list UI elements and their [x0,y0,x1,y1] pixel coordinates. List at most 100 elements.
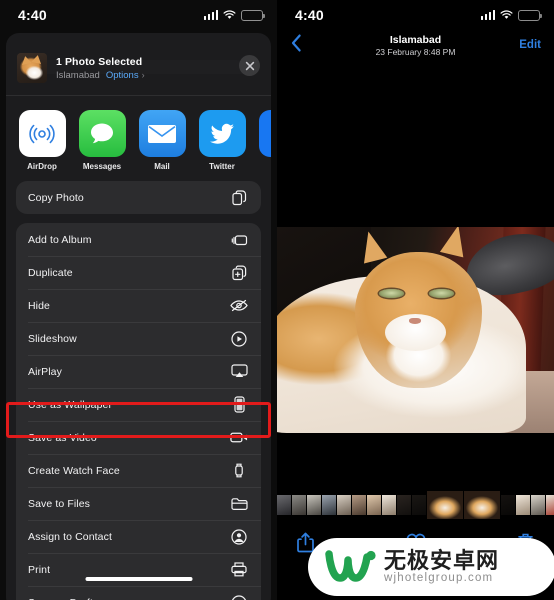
signal-bars-icon [480,10,495,20]
status-icons [203,9,266,21]
share-app-twitter[interactable]: Twitter [198,110,246,171]
photo-filmstrip[interactable] [277,491,554,519]
chevron-right-icon: › [141,70,145,80]
action-row-hide[interactable]: Hide [16,289,261,322]
watermark-text: 无极安卓网 wjhotelgroup.com [384,547,500,585]
share-app-facebook[interactable]: Fa [258,110,271,171]
action-label: Assign to Contact [28,530,112,543]
filmstrip-thumb[interactable] [531,495,545,515]
action-row-copy-photo[interactable]: Copy Photo [16,181,261,214]
share-app-label: AirDrop [27,162,57,171]
action-row-slideshow[interactable]: Slideshow [16,322,261,355]
video-camera-icon [230,429,248,447]
person-circle-icon [230,528,248,546]
action-row-airplay[interactable]: AirPlay [16,355,261,388]
filmstrip-thumb[interactable] [367,495,381,515]
copy-icon [230,189,248,207]
filmstrip-thumb[interactable] [412,495,426,515]
share-icon [297,532,314,553]
action-label: Save as Video [28,431,97,444]
filmstrip-thumb[interactable] [307,495,321,515]
status-icons [480,9,543,21]
action-row-assign-to-contact[interactable]: Assign to Contact [16,520,261,553]
share-subtitle: Islamabad [56,69,100,81]
action-label: Slideshow [28,332,77,345]
action-row-create-watch-face[interactable]: Create Watch Face [16,454,261,487]
watermark-brand: 无极安卓网 [384,547,500,573]
apple-watch-icon [230,462,248,480]
mail-icon [138,110,186,157]
filmstrip-thumb[interactable] [352,495,366,515]
share-app-mail[interactable]: Mail [138,110,186,171]
left-status-bar: 4:40 [0,0,277,30]
cat-photo-thumbnail[interactable] [17,53,47,83]
action-row-save-to-files[interactable]: Save to Files [16,487,261,520]
airplay-icon [230,363,248,381]
nav-title-block: Islamabad 23 February 8:48 PM [376,34,456,57]
filmstrip-thumb[interactable] [501,495,515,515]
action-row-print[interactable]: Print [16,553,261,586]
action-row-use-as-wallpaper[interactable]: Use as Wallpaper [16,388,261,421]
photo-viewer[interactable] [277,60,554,565]
filmstrip-thumb[interactable] [277,495,291,515]
share-app-label: Messages [82,162,122,171]
right-phone-panel: 4:40 Islamabad 23 February 8:48 PM Edit [277,0,554,600]
filmstrip-thumb[interactable] [382,495,396,515]
action-group-copy: Copy Photo [16,181,261,214]
duplicate-icon [230,264,248,282]
facebook-icon [258,110,271,157]
album-icon [230,231,248,249]
folder-icon [230,495,248,513]
action-label: Add to Album [28,233,92,246]
share-app-row[interactable]: AirDrop Messages Mail Twitter [6,96,271,175]
action-label: Create Watch Face [28,464,120,477]
wordpress-icon [230,594,248,600]
page-subtitle: 23 February 8:48 PM [375,46,456,57]
action-label: Hide [28,299,50,312]
site-watermark: 无极安卓网 wjhotelgroup.com [308,538,554,596]
twitter-icon [198,110,246,157]
chevron-left-icon [291,34,302,57]
close-button[interactable] [239,55,260,76]
filmstrip-thumb[interactable] [546,495,554,515]
action-label: AirPlay [28,365,62,378]
battery-icon [241,9,266,21]
filmstrip-thumb[interactable] [397,495,411,515]
share-button[interactable] [297,532,314,553]
filmstrip-thumb[interactable] [322,495,336,515]
share-sheet-header: 1 Photo Selected Islamabad Options › [6,45,271,93]
cat-photo-main[interactable] [277,227,554,433]
edit-button[interactable]: Edit [519,39,541,51]
options-button[interactable]: Options [106,70,139,81]
messages-icon [78,110,126,157]
action-row-duplicate[interactable]: Duplicate [16,256,261,289]
share-app-messages[interactable]: Messages [78,110,126,171]
action-row-add-to-album[interactable]: Add to Album [16,223,261,256]
back-button[interactable] [288,34,304,57]
share-title: 1 Photo Selected [56,55,143,68]
wj-logo-icon [324,548,376,586]
status-time: 4:40 [295,7,324,23]
left-phone-panel: 4:40 1 Photo Selected Islamabad Options … [0,0,277,600]
filmstrip-thumb-selected[interactable] [464,491,500,519]
action-row-save-as-draft[interactable]: Save as Draft [16,586,261,600]
eye-slash-icon [230,297,248,315]
battery-icon [518,9,543,21]
filmstrip-thumb-selected[interactable] [427,491,463,519]
share-app-label: Mail [154,162,170,171]
action-row-save-as-video[interactable]: Save as Video [16,421,261,454]
action-label: Save as Draft [28,597,93,600]
airdrop-icon [18,110,66,157]
share-app-airdrop[interactable]: AirDrop [18,110,66,171]
action-group-main: Add to Album Duplicate Hide Slideshow Ai… [16,223,261,600]
filmstrip-thumb[interactable] [516,495,530,515]
filmstrip-thumb[interactable] [292,495,306,515]
photos-nav-bar: Islamabad 23 February 8:48 PM Edit [277,30,554,60]
home-indicator[interactable] [85,576,192,581]
page-title: Islamabad [389,33,442,46]
filmstrip-thumb[interactable] [337,495,351,515]
action-label: Copy Photo [28,191,84,204]
right-status-bar: 4:40 [277,0,554,30]
dual-phone-screenshot: 4:40 1 Photo Selected Islamabad Options … [0,0,554,600]
wifi-icon [223,10,236,20]
